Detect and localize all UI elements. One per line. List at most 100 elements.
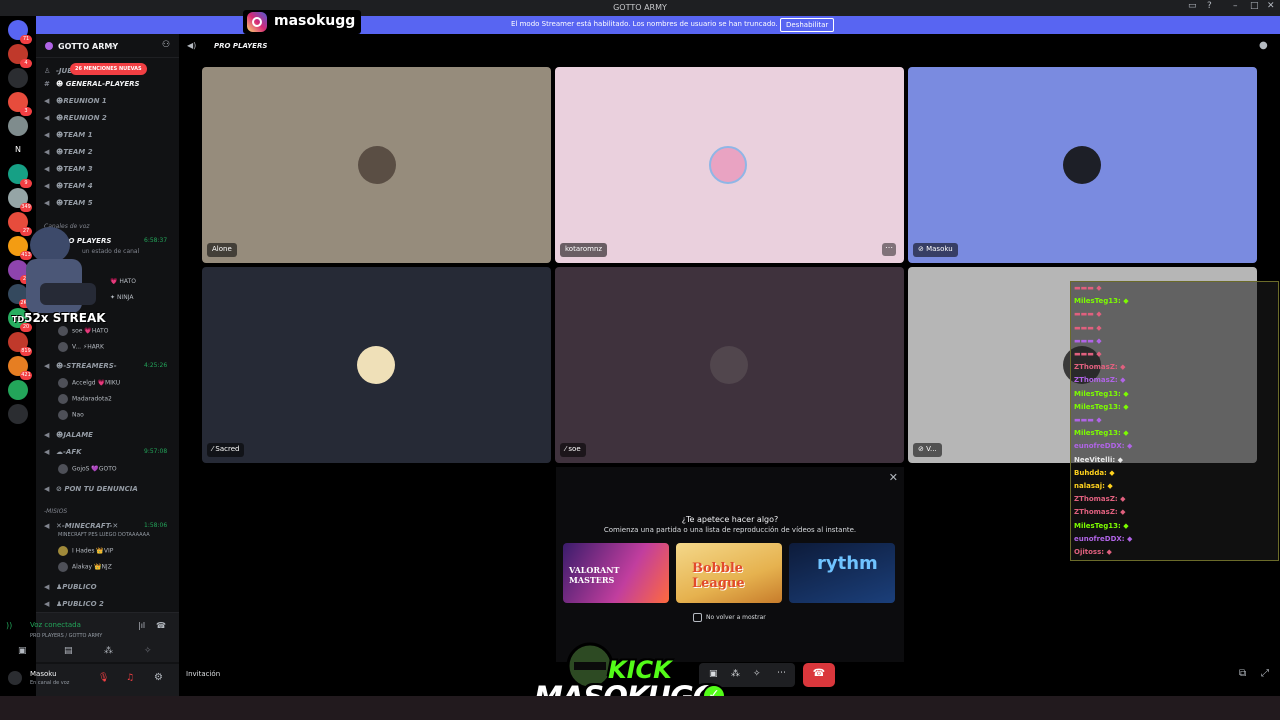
voice-connected-label[interactable]: Voz conectada bbox=[30, 621, 81, 629]
avatar bbox=[357, 346, 395, 384]
soundboard-icon[interactable]: ✧ bbox=[753, 669, 761, 679]
participant-tile-masoku[interactable]: ⊘ Masoku bbox=[908, 67, 1257, 263]
channel-team-1[interactable]: ◀ ☻TEAM 1 bbox=[44, 131, 93, 145]
more-options-icon[interactable]: ⋯ bbox=[882, 243, 896, 256]
server-icon[interactable]: 9 bbox=[8, 164, 32, 188]
soundboard-icon[interactable]: ✧ bbox=[144, 646, 152, 656]
voice-location[interactable]: PRO PLAYERS / GOTTO ARMY bbox=[30, 633, 102, 639]
channel-reunion-2[interactable]: ◀ ☻REUNION 2 bbox=[44, 114, 107, 128]
activities-icon[interactable]: ⁂ bbox=[731, 669, 740, 679]
channel-team-3[interactable]: ◀ ☻TEAM 3 bbox=[44, 165, 93, 179]
participant-name: ⁄ Sacred bbox=[207, 443, 245, 457]
chat-message: MilesTeg13: ◆ bbox=[1074, 297, 1129, 306]
server-icon[interactable]: 4 bbox=[8, 44, 32, 68]
server-icon[interactable]: 819 bbox=[8, 332, 32, 356]
channel-afk[interactable]: ◀ ☁-AFK 9:57:08 bbox=[44, 448, 167, 462]
server-icon[interactable] bbox=[8, 380, 28, 400]
channel-team-2[interactable]: ◀ ☻TEAM 2 bbox=[44, 148, 93, 162]
window-title: GOTTO ARMY bbox=[613, 3, 667, 12]
channel-team-4[interactable]: ◀ ☻TEAM 4 bbox=[44, 182, 93, 196]
settings-gear-icon[interactable]: ⚙ bbox=[154, 672, 163, 683]
member-alakay[interactable]: Alakay 👑NJZ bbox=[58, 562, 112, 574]
chat-bubble-icon[interactable]: ● bbox=[1259, 40, 1268, 51]
channel-denuncia[interactable]: ◀ ⊘ PON TU DENUNCIA bbox=[44, 485, 138, 499]
user-name[interactable]: Masoku bbox=[30, 670, 57, 678]
channel-general-players[interactable]: # ☻ GENERAL-PLAYERS bbox=[44, 80, 140, 94]
server-icon[interactable] bbox=[8, 116, 28, 136]
channel-publico[interactable]: ◀ ♟PUBLICO bbox=[44, 583, 97, 597]
camera-icon[interactable]: ▣ bbox=[18, 646, 27, 656]
server-icon[interactable] bbox=[8, 404, 28, 424]
close-window-icon[interactable]: ✕ bbox=[1267, 1, 1275, 11]
member-madaradota2[interactable]: Madaradota2 bbox=[58, 394, 112, 406]
avatar[interactable] bbox=[8, 671, 22, 685]
participant-tile-sacred[interactable]: ⁄ Sacred bbox=[202, 267, 551, 463]
chat-message: ▬▬▬ ◆ bbox=[1074, 284, 1102, 292]
channel-streamers[interactable]: ◀ ☻-STREAMERS- 4:25:26 bbox=[44, 362, 167, 376]
close-icon[interactable]: ✕ bbox=[889, 471, 898, 484]
category-jue[interactable]: ♙ -JUE bbox=[44, 67, 72, 81]
dont-show-again-checkbox[interactable]: No volver a mostrar bbox=[693, 613, 766, 622]
maximize-icon[interactable]: □ bbox=[1250, 1, 1259, 11]
server-icon[interactable]: 3 bbox=[8, 92, 32, 116]
avatar bbox=[1063, 146, 1101, 184]
voice-channel-title: PRO PLAYERS bbox=[214, 42, 268, 50]
server-icon[interactable]: N bbox=[8, 140, 28, 160]
instagram-handle: masokugg bbox=[274, 13, 356, 29]
member-accelgd[interactable]: Accelgd 💗MIKU bbox=[58, 378, 120, 390]
help-icon[interactable]: ? bbox=[1207, 1, 1212, 11]
activity-card-rythm[interactable]: rythm bbox=[789, 543, 895, 603]
participant-tile-alone[interactable]: Alone bbox=[202, 67, 551, 263]
activity-card-valorant[interactable]: VALORANT MASTERS bbox=[563, 543, 669, 603]
participant-name: ⁄ soe bbox=[560, 443, 586, 457]
phone-hangup-icon: ☎ bbox=[812, 668, 826, 679]
streak-counter: TD52x STREAK bbox=[12, 311, 106, 325]
checkbox-icon bbox=[693, 613, 702, 622]
noise-suppression-icon[interactable]: |ıl bbox=[138, 621, 145, 630]
channel-reunion-1[interactable]: ◀ ☻REUNION 1 bbox=[44, 97, 107, 111]
member-ninja[interactable]: ✦ NINJA bbox=[110, 294, 133, 306]
fullscreen-icon[interactable]: ⤢ bbox=[1261, 668, 1269, 679]
channel-team-5[interactable]: ◀ ☻TEAM 5 bbox=[44, 199, 93, 213]
member-hades[interactable]: I Hades 👑VIP bbox=[58, 546, 113, 558]
server-icon[interactable] bbox=[8, 68, 28, 88]
participant-name: kotaromnz bbox=[560, 243, 608, 257]
taskbar-strip bbox=[0, 696, 1280, 720]
guild-header[interactable]: GOTTO ARMY ⌄ ⚇ bbox=[36, 34, 179, 58]
member-gojos[interactable]: GojoS 💜GOTO bbox=[58, 464, 117, 476]
screen-share-icon[interactable]: ▤ bbox=[64, 646, 73, 656]
member-v[interactable]: V... ⚡HARK bbox=[58, 342, 104, 354]
new-mentions-badge[interactable]: 26 MENCIONES NUEVAS bbox=[70, 63, 147, 75]
server-icon[interactable]: 421 bbox=[8, 356, 32, 380]
disconnect-button[interactable]: ☎ bbox=[803, 663, 835, 687]
participant-tile-soe[interactable]: ⁄ soe bbox=[555, 267, 904, 463]
participant-tile-kotaromnz[interactable]: kotaromnz ⋯ bbox=[555, 67, 904, 263]
invite-button[interactable]: Invitación bbox=[186, 670, 220, 678]
chat-message: ▬▬▬ ◆ bbox=[1074, 336, 1102, 345]
category-misios[interactable]: -MISIOS bbox=[44, 508, 67, 515]
popout-icon[interactable]: ⧉ bbox=[1239, 668, 1246, 679]
member-nao[interactable]: Nao bbox=[58, 410, 84, 422]
activity-subtitle: Comienza una partida o una lista de repr… bbox=[603, 526, 857, 534]
channel-jalame[interactable]: ◀ ☻JALAME bbox=[44, 431, 93, 445]
server-icon[interactable]: 71 bbox=[8, 20, 32, 44]
avatar bbox=[710, 346, 748, 384]
disable-streamer-button[interactable]: Deshabilitar bbox=[780, 18, 835, 32]
mention-badge: 71 bbox=[20, 35, 32, 44]
add-member-icon[interactable]: ⚇ bbox=[162, 40, 170, 50]
server-icon[interactable]: 349 bbox=[8, 188, 32, 212]
instagram-icon bbox=[247, 12, 267, 32]
disconnect-icon[interactable]: ☎ bbox=[156, 621, 166, 630]
activity-card-bobble-league[interactable]: Bobble League bbox=[676, 543, 782, 603]
deafen-icon[interactable]: ♫ bbox=[126, 673, 134, 683]
inbox-icon[interactable]: ▭ bbox=[1188, 1, 1197, 11]
chat-message: eunofreDDX: ◆ bbox=[1074, 534, 1133, 543]
mention-badge: 819 bbox=[20, 347, 32, 356]
minimize-icon[interactable]: – bbox=[1233, 1, 1238, 11]
member-hato[interactable]: 💗 HATO bbox=[110, 278, 136, 290]
boost-icon bbox=[45, 42, 53, 50]
mention-badge: 4 bbox=[20, 59, 32, 68]
mute-icon[interactable]: 🎙 bbox=[98, 673, 109, 683]
more-options-icon[interactable]: ⋯ bbox=[777, 668, 786, 678]
activities-icon[interactable]: ⁂ bbox=[104, 646, 113, 656]
